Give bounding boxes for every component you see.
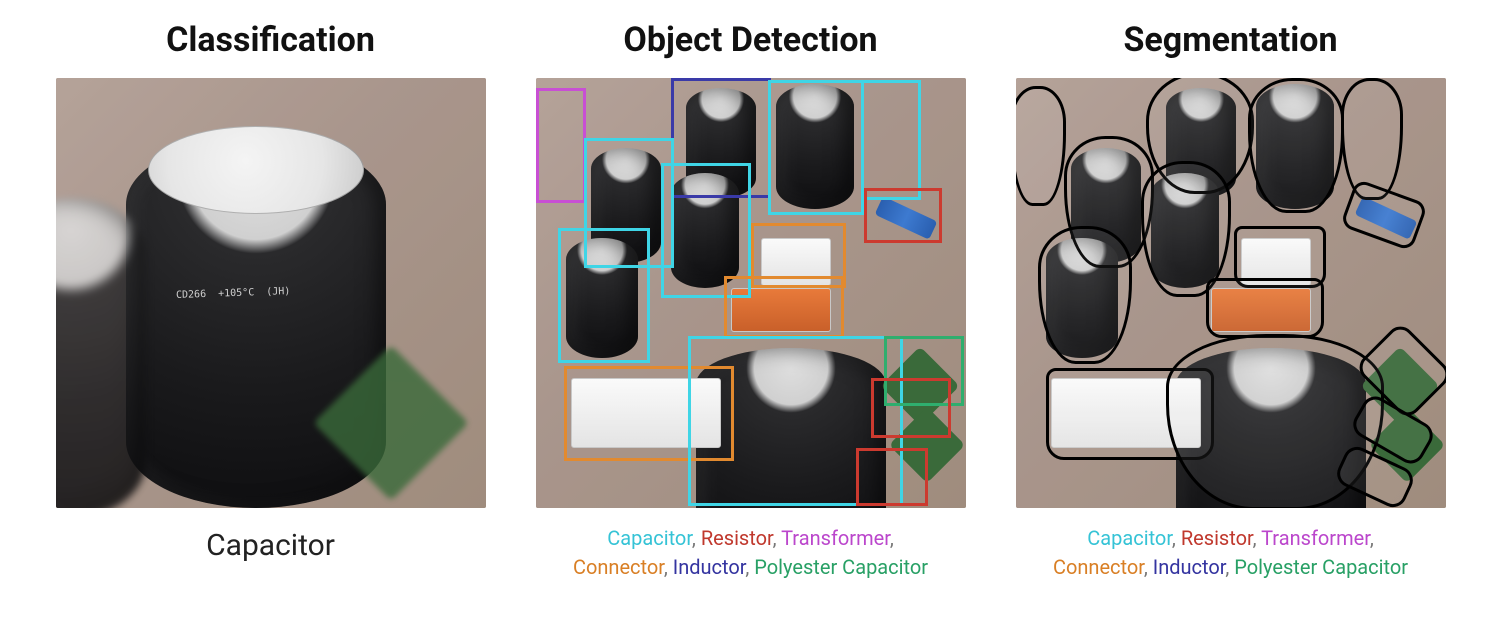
seg-connector <box>1206 278 1324 338</box>
seg-capacitor <box>1038 226 1132 364</box>
bbox-connector <box>724 276 844 338</box>
bbox-capacitor <box>861 80 921 200</box>
seg-capacitor <box>1141 161 1231 297</box>
bbox-resistor <box>871 378 951 438</box>
legend-connector: Connector <box>1053 555 1144 579</box>
segmentation-legend: Capacitor, Resistor, Transformer, Connec… <box>1053 524 1408 582</box>
legend-resistor: Resistor <box>701 526 773 550</box>
object-detection-panel: Object Detection <box>536 20 966 582</box>
legend-transformer: Transformer <box>781 526 890 550</box>
bbox-capacitor <box>558 228 650 363</box>
legend-transformer: Transformer <box>1261 526 1370 550</box>
object-detection-legend: Capacitor, Resistor, Transformer, Connec… <box>573 524 928 582</box>
classification-caption: Capacitor <box>206 528 335 563</box>
classification-image: CD266 +105°C (JH) <box>56 78 486 508</box>
segmentation-image <box>1016 78 1446 508</box>
bbox-resistor <box>856 448 928 506</box>
legend-connector: Connector <box>573 555 664 579</box>
legend-polyester-capacitor: Polyester Capacitor <box>1234 555 1408 579</box>
bbox-resistor <box>864 188 942 243</box>
object-detection-title: Object Detection <box>623 20 877 60</box>
seg-capacitor <box>1248 78 1344 213</box>
seg-transformer <box>1016 86 1066 206</box>
legend-polyester-capacitor: Polyester Capacitor <box>754 555 928 579</box>
classification-title: Classification <box>166 20 375 60</box>
object-detection-image <box>536 78 966 508</box>
classification-panel: Classification CD266 +105°C (JH) Capacit… <box>56 20 486 582</box>
legend-resistor: Resistor <box>1181 526 1253 550</box>
bbox-transformer <box>536 88 586 203</box>
legend-inductor: Inductor <box>673 555 746 579</box>
segmentation-title: Segmentation <box>1123 20 1337 60</box>
segmentation-panel: Segmentation <box>1016 20 1446 582</box>
cv-task-comparison: Classification CD266 +105°C (JH) Capacit… <box>60 20 1441 582</box>
legend-inductor: Inductor <box>1153 555 1226 579</box>
seg-capacitor <box>1341 78 1403 200</box>
bbox-capacitor <box>768 80 864 215</box>
legend-capacitor: Capacitor <box>1087 526 1172 550</box>
legend-capacitor: Capacitor <box>607 526 692 550</box>
